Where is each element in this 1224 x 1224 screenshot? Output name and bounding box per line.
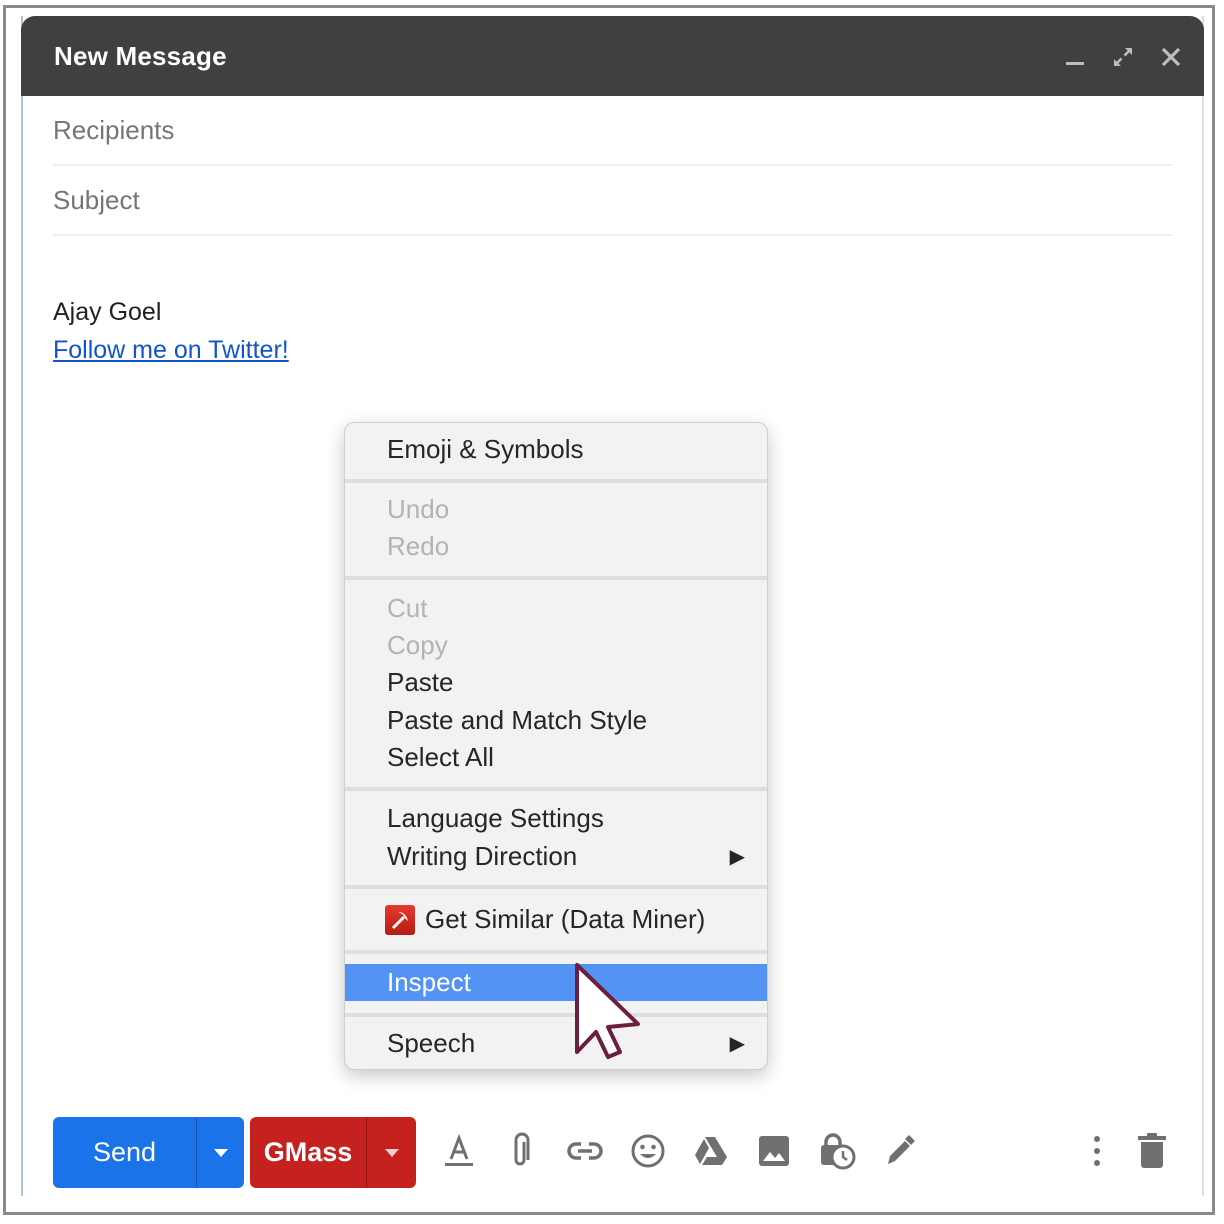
menu-item-label: Language Settings bbox=[387, 803, 604, 833]
minimize-button[interactable] bbox=[1060, 42, 1090, 72]
menu-item-paste[interactable]: Paste bbox=[345, 664, 767, 701]
signature-icon bbox=[888, 1135, 915, 1164]
recipients-field[interactable] bbox=[53, 96, 1172, 166]
menu-item-label: Speech bbox=[387, 1028, 476, 1058]
close-icon bbox=[1161, 47, 1181, 67]
formatting-button[interactable] bbox=[439, 1131, 479, 1171]
compose-title: New Message bbox=[54, 40, 227, 71]
emoji-button[interactable] bbox=[628, 1131, 668, 1171]
confidential-mode-button[interactable] bbox=[817, 1131, 857, 1171]
close-button[interactable] bbox=[1156, 42, 1186, 72]
menu-item-undo[interactable]: Undo bbox=[345, 491, 767, 528]
menu-item-language-settings[interactable]: Language Settings bbox=[345, 800, 767, 837]
photo-icon bbox=[759, 1136, 789, 1166]
submenu-arrow-icon: ▶ bbox=[729, 1033, 745, 1055]
link-button[interactable] bbox=[565, 1131, 605, 1171]
submenu-arrow-icon: ▶ bbox=[729, 846, 745, 868]
subject-field[interactable] bbox=[53, 166, 1172, 236]
menu-item-label: Redo bbox=[387, 531, 450, 561]
menu-item-select-all[interactable]: Select All bbox=[345, 739, 767, 776]
menu-item-redo[interactable]: Redo bbox=[345, 528, 767, 565]
menu-separator bbox=[345, 950, 767, 954]
context-menu: Emoji & Symbols Undo Redo Cut Copy Paste… bbox=[344, 422, 768, 1070]
menu-item-label: Select All bbox=[387, 742, 494, 772]
formatting-icon bbox=[445, 1134, 473, 1166]
minimize-icon bbox=[1066, 62, 1084, 65]
more-options-button[interactable] bbox=[1077, 1131, 1117, 1171]
menu-item-label: Paste and Match Style bbox=[387, 705, 648, 735]
menu-separator bbox=[345, 885, 767, 889]
menu-item-emoji-symbols[interactable]: Emoji & Symbols bbox=[345, 431, 767, 468]
menu-item-label: Undo bbox=[387, 494, 450, 524]
mouse-pointer-icon bbox=[575, 963, 640, 1059]
gmass-button[interactable]: GMass bbox=[250, 1117, 367, 1188]
menu-item-label: Get Similar (Data Miner) bbox=[425, 904, 706, 934]
confidential-mode-icon bbox=[821, 1133, 856, 1170]
dropdown-arrow-icon bbox=[384, 1148, 399, 1157]
discard-button[interactable] bbox=[1132, 1131, 1172, 1171]
recipients-input[interactable] bbox=[53, 114, 1172, 146]
link-icon bbox=[567, 1142, 603, 1160]
menu-separator bbox=[345, 479, 767, 483]
expand-button[interactable] bbox=[1108, 42, 1138, 72]
more-options-icon bbox=[1094, 1136, 1100, 1166]
menu-item-paste-match-style[interactable]: Paste and Match Style bbox=[345, 702, 767, 739]
signature-name: Ajay Goel bbox=[53, 298, 162, 326]
menu-item-label: Emoji & Symbols bbox=[387, 434, 584, 464]
attach-button[interactable] bbox=[502, 1131, 542, 1171]
photo-button[interactable] bbox=[754, 1131, 794, 1171]
menu-separator bbox=[345, 787, 767, 791]
menu-separator bbox=[345, 1013, 767, 1017]
signature-button[interactable] bbox=[880, 1131, 920, 1171]
send-button-group: Send bbox=[53, 1117, 244, 1188]
dropdown-arrow-icon bbox=[213, 1148, 228, 1157]
menu-separator bbox=[345, 576, 767, 580]
gmass-button-group: GMass bbox=[250, 1117, 416, 1188]
menu-item-label: Writing Direction bbox=[387, 841, 578, 871]
menu-item-label: Paste bbox=[387, 667, 454, 697]
gmass-options-button[interactable] bbox=[367, 1117, 416, 1188]
drive-button[interactable] bbox=[691, 1131, 731, 1171]
compose-titlebar: New Message bbox=[21, 16, 1204, 96]
twitter-link[interactable]: Follow me on Twitter! bbox=[53, 336, 289, 365]
send-options-button[interactable] bbox=[197, 1117, 244, 1188]
menu-item-label: Copy bbox=[387, 630, 448, 660]
discard-icon bbox=[1138, 1133, 1166, 1168]
drive-icon bbox=[695, 1137, 727, 1165]
emoji-icon bbox=[631, 1134, 665, 1168]
pickaxe-icon bbox=[385, 904, 415, 935]
menu-item-copy[interactable]: Copy bbox=[345, 627, 767, 664]
menu-item-writing-direction[interactable]: Writing Direction ▶ bbox=[345, 838, 767, 875]
menu-item-inspect[interactable]: Inspect bbox=[345, 964, 767, 1001]
send-button[interactable]: Send bbox=[53, 1117, 197, 1188]
menu-item-get-similar[interactable]: Get Similar (Data Miner) bbox=[345, 901, 767, 938]
menu-item-label: Inspect bbox=[387, 967, 471, 997]
subject-input[interactable] bbox=[53, 184, 1172, 216]
menu-item-speech[interactable]: Speech ▶ bbox=[345, 1025, 767, 1062]
menu-item-label: Cut bbox=[387, 593, 428, 623]
expand-icon bbox=[1114, 48, 1132, 66]
attach-icon bbox=[514, 1132, 530, 1166]
menu-item-cut[interactable]: Cut bbox=[345, 590, 767, 627]
